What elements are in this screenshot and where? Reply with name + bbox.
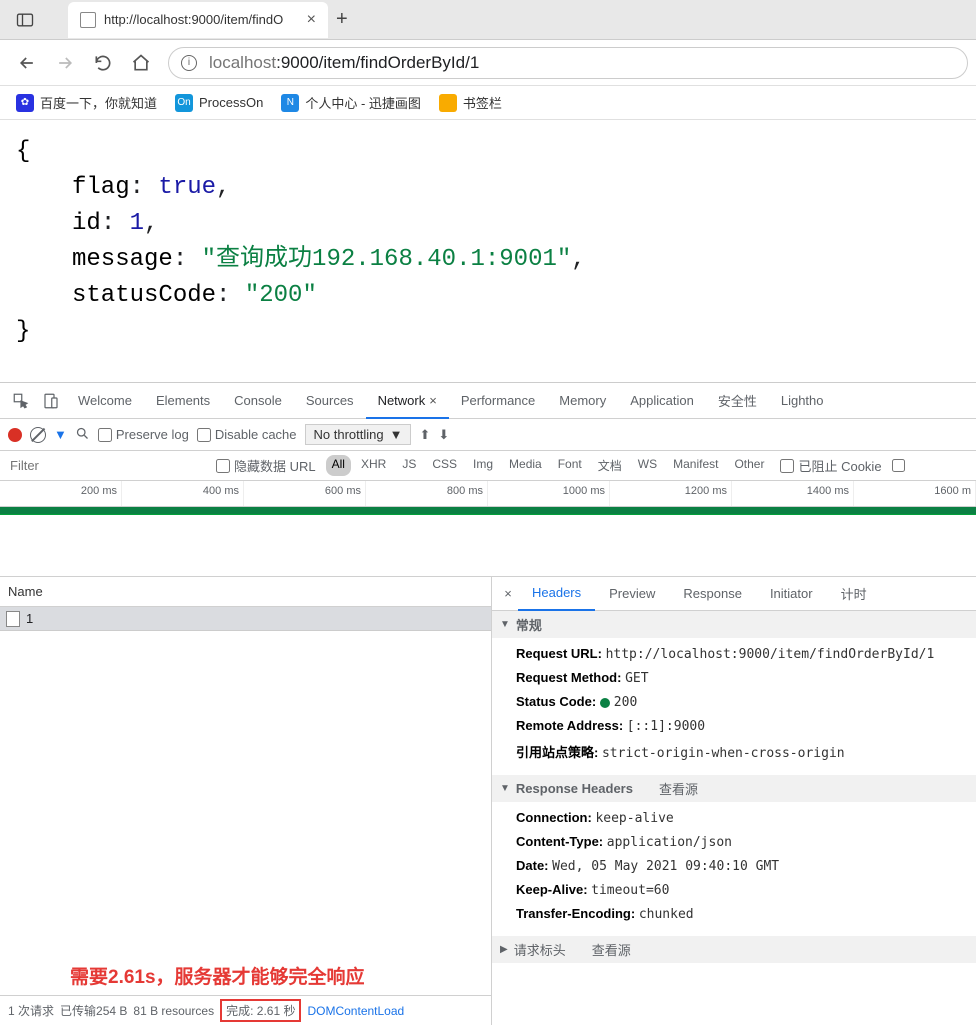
detail-tabs: × HeadersPreviewResponseInitiator计时 [492, 577, 976, 611]
filter-type[interactable]: 文档 [592, 455, 628, 476]
tab-title: http://localhost:9000/item/findO [104, 12, 299, 27]
timeline-progress [0, 507, 976, 515]
json-response: { flag: true, id: 1, message: "查询成功192.1… [0, 120, 976, 364]
blocked-cookie-checkbox[interactable]: 已阻止 Cookie [780, 456, 881, 475]
filter-type[interactable]: Manifest [667, 455, 724, 476]
close-icon[interactable]: × [307, 11, 316, 29]
devtools-tab[interactable]: Welcome [66, 383, 144, 419]
detail-tab[interactable]: 计时 [827, 577, 881, 611]
preserve-log-checkbox[interactable]: Preserve log [98, 427, 189, 442]
search-icon[interactable] [75, 426, 90, 444]
device-icon[interactable] [38, 388, 64, 414]
filter-input[interactable] [6, 456, 206, 475]
header-row: Connection: keep-alive [516, 806, 976, 830]
bookmark-item[interactable]: OnProcessOn [175, 94, 263, 112]
header-row: Transfer-Encoding: chunked [516, 902, 976, 926]
waterfall-area[interactable] [0, 515, 976, 577]
filter-type[interactable]: JS [396, 455, 422, 476]
devtools-tabs: WelcomeElementsConsoleSourcesNetwork×Per… [0, 383, 976, 419]
close-icon[interactable]: × [429, 393, 437, 408]
nav-bar: i localhost:9000/item/findOrderById/1 [0, 40, 976, 86]
file-icon [80, 12, 96, 28]
disable-cache-checkbox[interactable]: Disable cache [197, 427, 297, 442]
forward-button[interactable] [48, 46, 82, 80]
folder-icon [439, 94, 457, 112]
bookmark-bar: ✿百度一下，你就知道 OnProcessOn N个人中心 - 迅捷画图书签栏 [0, 86, 976, 120]
bookmark-item[interactable]: 书签栏 [439, 93, 502, 112]
header-row: Date: Wed, 05 May 2021 09:40:10 GMT [516, 854, 976, 878]
paw-icon: ✿ [16, 94, 34, 112]
close-detail-icon[interactable]: × [498, 586, 518, 601]
url-bar[interactable]: i localhost:9000/item/findOrderById/1 [168, 47, 968, 79]
record-button[interactable] [8, 428, 22, 442]
devtools-content: Name 1 需要2.61s，服务器才能够完全响应 1 次请求 已传输254 B… [0, 577, 976, 1025]
detail-panel: × HeadersPreviewResponseInitiator计时 ▼常规 … [492, 577, 976, 1025]
header-row: 引用站点策略: strict-origin-when-cross-origin [516, 738, 976, 765]
request-headers-section[interactable]: ▶请求标头查看源 [492, 936, 976, 963]
header-row: Content-Type: application/json [516, 830, 976, 854]
clear-button[interactable] [30, 427, 46, 443]
hide-data-checkbox[interactable]: 隐藏数据 URL [216, 456, 316, 475]
N-icon: N [281, 94, 299, 112]
inspect-icon[interactable] [8, 388, 34, 414]
filter-type[interactable]: CSS [426, 455, 463, 476]
request-footer: 1 次请求 已传输254 B 81 B resources 完成: 2.61 秒… [0, 995, 491, 1025]
filter-type[interactable]: Other [728, 455, 770, 476]
filter-type[interactable]: Img [467, 455, 499, 476]
url-text: localhost:9000/item/findOrderById/1 [209, 53, 479, 73]
devtools-tab[interactable]: Lightho [769, 383, 836, 419]
bookmark-item[interactable]: ✿百度一下，你就知道 [16, 93, 157, 112]
header-row: Status Code: 200 [516, 690, 976, 714]
finish-time: 完成: 2.61 秒 [220, 999, 301, 1022]
filter-type[interactable]: Media [503, 455, 548, 476]
header-row: Request URL: http://localhost:9000/item/… [516, 642, 976, 666]
sidebar-icon[interactable] [6, 1, 44, 39]
detail-tab[interactable]: Preview [595, 577, 669, 611]
header-row: Request Method: GET [516, 666, 976, 690]
back-button[interactable] [10, 46, 44, 80]
header-row: Keep-Alive: timeout=60 [516, 878, 976, 902]
title-bar: http://localhost:9000/item/findO × + [0, 0, 976, 40]
upload-icon[interactable]: ⬆ [419, 427, 430, 443]
devtools-tab[interactable]: Console [222, 383, 294, 419]
home-button[interactable] [124, 46, 158, 80]
new-tab-button[interactable]: + [336, 8, 348, 31]
detail-tab[interactable]: Initiator [756, 577, 827, 611]
detail-tab[interactable]: Headers [518, 577, 595, 611]
devtools-tab[interactable]: Memory [547, 383, 618, 419]
request-row[interactable]: 1 [0, 607, 491, 631]
bookmark-item[interactable]: N个人中心 - 迅捷画图 [281, 93, 421, 112]
header-row: Remote Address: [::1]:9000 [516, 714, 976, 738]
extra-checkbox[interactable] [892, 459, 905, 472]
filter-type[interactable]: All [326, 455, 351, 476]
On-icon: On [175, 94, 193, 112]
download-icon[interactable]: ⬇ [438, 427, 449, 443]
devtools-tab[interactable]: 安全性 [706, 383, 769, 419]
browser-tab[interactable]: http://localhost:9000/item/findO × [68, 2, 328, 38]
response-headers-section[interactable]: ▼Response Headers查看源 [492, 775, 976, 802]
devtools-tab[interactable]: Elements [144, 383, 222, 419]
filter-type[interactable]: XHR [355, 455, 392, 476]
network-toolbar: ▼ Preserve log Disable cache No throttli… [0, 419, 976, 451]
document-icon [6, 611, 20, 627]
filter-icon[interactable]: ▼ [54, 427, 67, 442]
general-section[interactable]: ▼常规 [492, 611, 976, 638]
filter-bar: 隐藏数据 URL AllXHRJSCSSImgMediaFont文档WSMani… [0, 451, 976, 481]
column-name[interactable]: Name [0, 577, 491, 607]
annotation-text: 需要2.61s，服务器才能够完全响应 [70, 962, 365, 989]
request-list: Name 1 需要2.61s，服务器才能够完全响应 1 次请求 已传输254 B… [0, 577, 492, 1025]
reload-button[interactable] [86, 46, 120, 80]
timeline[interactable]: 200 ms400 ms600 ms800 ms1000 ms1200 ms14… [0, 481, 976, 507]
detail-tab[interactable]: Response [669, 577, 756, 611]
filter-type[interactable]: WS [632, 455, 663, 476]
filter-type[interactable]: Font [552, 455, 588, 476]
devtools-tab[interactable]: Performance [449, 383, 547, 419]
devtools-tab[interactable]: Application [618, 383, 706, 419]
throttle-select[interactable]: No throttling▼ [305, 424, 412, 445]
headers-body: ▼常规 Request URL: http://localhost:9000/i… [492, 611, 976, 1025]
devtools: WelcomeElementsConsoleSourcesNetwork×Per… [0, 382, 976, 1025]
devtools-tab[interactable]: Sources [294, 383, 366, 419]
devtools-tab[interactable]: Network× [366, 383, 449, 419]
info-icon[interactable]: i [181, 55, 197, 71]
